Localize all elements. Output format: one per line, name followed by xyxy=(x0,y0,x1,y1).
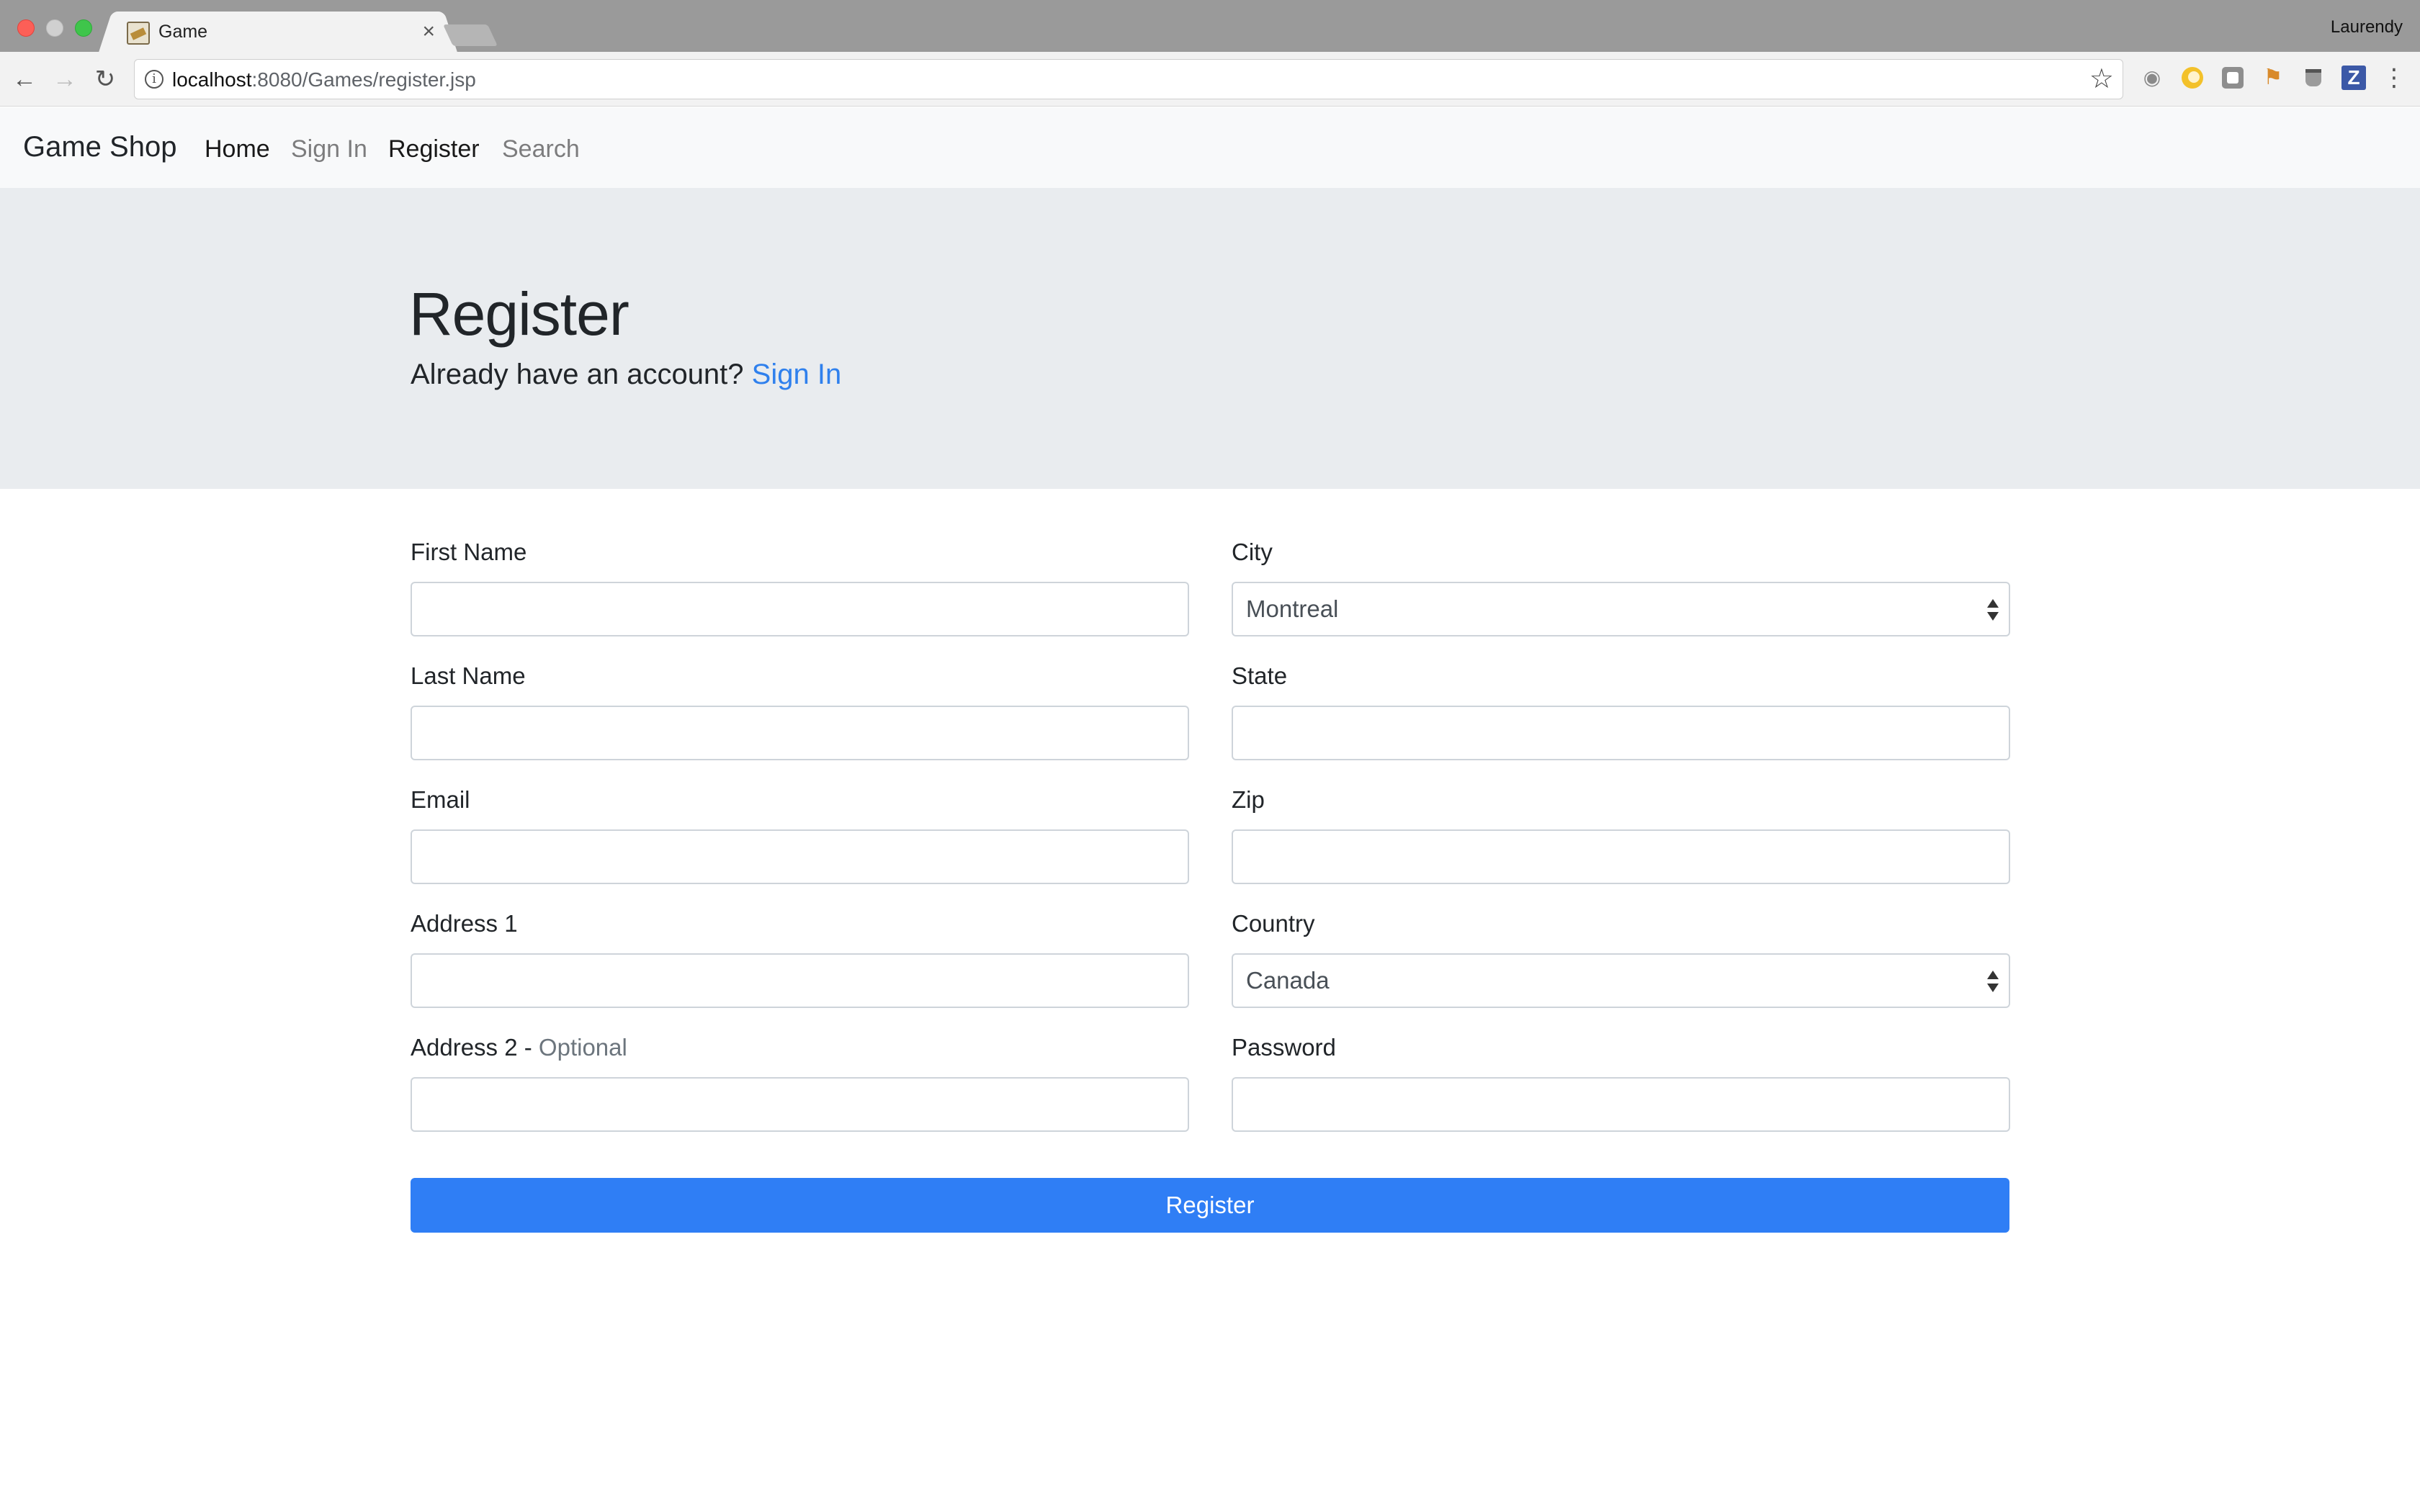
info-icon[interactable]: i xyxy=(145,70,163,89)
zip-input[interactable] xyxy=(1232,829,2010,884)
zotero-icon[interactable]: Z xyxy=(2341,65,2367,91)
game-favicon-icon xyxy=(127,22,150,45)
camera-icon[interactable]: ◉ xyxy=(2139,65,2165,91)
signin-link[interactable]: Sign In xyxy=(752,359,842,390)
profile-name[interactable]: Laurendy xyxy=(2331,17,2403,37)
select-arrows-icon xyxy=(1987,969,1999,995)
address2-input[interactable] xyxy=(411,1077,1189,1132)
moon-icon[interactable] xyxy=(2179,65,2205,91)
country-label: Country xyxy=(1232,910,1315,937)
cup-icon[interactable] xyxy=(2300,65,2326,91)
site-navbar: Game Shop Home Sign In Register Search xyxy=(0,107,2420,188)
city-label: City xyxy=(1232,539,1273,565)
optional-hint: Optional xyxy=(538,1034,627,1061)
forward-arrow-icon[interactable]: → xyxy=(50,65,79,94)
nav-link-search[interactable]: Search xyxy=(502,135,580,163)
minimize-window-button[interactable] xyxy=(46,19,63,37)
close-window-button[interactable] xyxy=(17,19,35,37)
zip-label: Zip xyxy=(1232,786,1265,813)
select-arrows-icon xyxy=(1987,598,1999,624)
url-path: :8080/Games/register.jsp xyxy=(251,68,476,91)
last-name-label: Last Name xyxy=(411,662,526,689)
state-label: State xyxy=(1232,662,1288,689)
url-host: localhost xyxy=(172,68,252,91)
maximize-window-button[interactable] xyxy=(75,19,92,37)
email-label: Email xyxy=(411,786,470,813)
address1-input[interactable] xyxy=(411,953,1189,1008)
city-selected-value: Montreal xyxy=(1246,595,1339,622)
city-select[interactable]: Montreal xyxy=(1232,582,2010,636)
address2-label-text: Address 2 - xyxy=(411,1034,539,1061)
register-button[interactable]: Register xyxy=(411,1178,2009,1233)
email-input[interactable] xyxy=(411,829,1189,884)
nav-link-register[interactable]: Register xyxy=(388,135,480,163)
password-input[interactable] xyxy=(1232,1077,2010,1132)
country-select[interactable]: Canada xyxy=(1232,953,2010,1008)
first-name-label: First Name xyxy=(411,539,527,565)
new-tab-button[interactable] xyxy=(443,24,498,46)
box-icon[interactable] xyxy=(2220,65,2246,91)
state-input[interactable] xyxy=(1232,706,2010,760)
country-selected-value: Canada xyxy=(1246,967,1330,994)
back-arrow-icon[interactable]: ← xyxy=(10,65,39,94)
nav-link-home[interactable]: Home xyxy=(205,135,270,163)
address1-label: Address 1 xyxy=(411,910,518,937)
page-title: Register xyxy=(409,280,629,348)
flag-icon[interactable]: ⚑ xyxy=(2260,65,2286,91)
browser-tab[interactable]: Game × xyxy=(115,12,441,53)
address-bar[interactable]: i localhost:8080/Games/register.jsp ☆ xyxy=(134,59,2123,99)
reload-icon[interactable]: ↻ xyxy=(91,65,120,94)
last-name-input[interactable] xyxy=(411,706,1189,760)
nav-link-sign-in[interactable]: Sign In xyxy=(291,135,367,163)
star-icon[interactable]: ☆ xyxy=(2089,64,2114,94)
browser-toolbar: ← → ↻ i localhost:8080/Games/register.js… xyxy=(0,52,2420,107)
signin-prompt: Already have an account? Sign In xyxy=(411,359,841,391)
signin-prompt-text: Already have an account? xyxy=(411,359,744,390)
password-label: Password xyxy=(1232,1034,1336,1061)
url-text[interactable]: localhost:8080/Games/register.jsp xyxy=(172,68,476,91)
browser-titlebar: Game × Laurendy xyxy=(0,0,2420,53)
address2-label: Address 2 - Optional xyxy=(411,1034,627,1061)
first-name-input[interactable] xyxy=(411,582,1189,636)
tab-close-icon[interactable]: × xyxy=(422,19,435,45)
brand-link[interactable]: Game Shop xyxy=(23,131,176,163)
hero-section: Register Already have an account? Sign I… xyxy=(0,188,2420,489)
tab-title: Game xyxy=(158,22,208,42)
menu-icon[interactable]: ⋮ xyxy=(2381,65,2407,91)
